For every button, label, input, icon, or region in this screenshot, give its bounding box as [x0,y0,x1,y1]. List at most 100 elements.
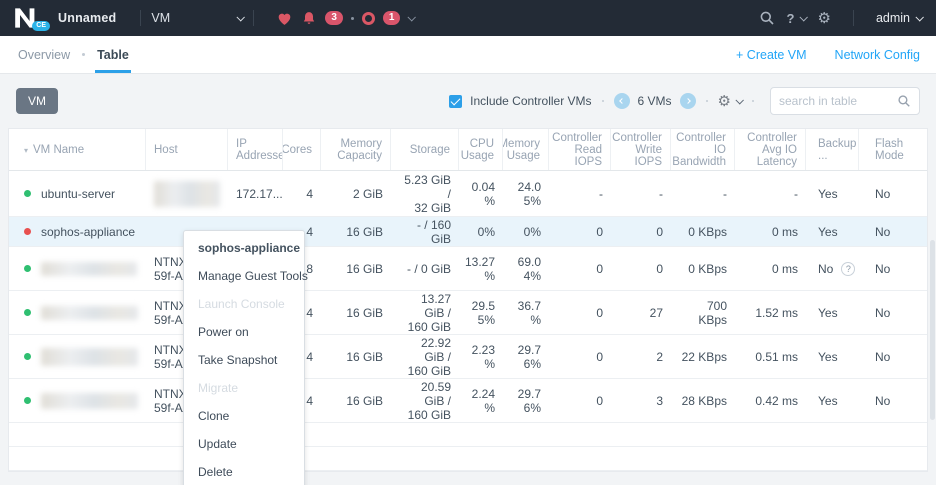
io-bandwidth-cell: 0 KBps [671,217,735,246]
nutanix-logo[interactable]: CE [14,7,44,29]
header-cpu-usage[interactable]: CPU Usage [459,129,503,170]
memory-usage-cell: 24.0 5% [503,171,549,216]
io-bandwidth-cell: 0 KBps [671,247,735,290]
flash-mode-cell: No [859,335,929,378]
include-controller-label[interactable]: Include Controller VMs [470,94,591,108]
vertical-scrollbar[interactable] [930,240,935,420]
menu-item-power-on[interactable]: Power on [184,318,304,346]
menu-item-delete[interactable]: Delete [184,458,304,485]
chevron-down-icon[interactable] [408,13,416,21]
table-row-sophos-appliance[interactable]: sophos-appliance 4 16 GiB - / 160 GiB 0%… [9,217,927,247]
events-ring-icon[interactable] [362,12,375,25]
create-vm-button[interactable]: + Create VM [736,48,807,62]
separator-dot [351,17,354,20]
io-bandwidth-cell: 28 KBps [671,379,735,422]
empty-row [9,423,927,447]
table-row[interactable]: NTNX- 59f-A/A 4 16 GiB 20.59 GiB / 160 G… [9,379,927,423]
separator-dot [706,100,708,102]
header-host[interactable]: Host [146,129,228,170]
backup-cell: No? [806,247,859,290]
vm-filter-button[interactable]: VM [16,88,58,114]
vm-name[interactable]: sophos-appliance [41,225,135,239]
redacted-vm-name [41,348,138,366]
storage-cell: - / 0 GiB [391,247,459,290]
table-row-ubuntu-server[interactable]: ubuntu-server 172.17.... 4 2 GiB 5.23 Gi… [9,171,927,217]
tab-table[interactable]: Table [95,36,131,73]
divider [140,10,141,26]
table-search-input[interactable] [779,94,897,108]
alerts-bell-icon[interactable] [301,10,317,27]
header-controller-write-iops[interactable]: Controller Write IOPS [611,129,671,170]
storage-cell: 13.27 GiB / 160 GiB [391,291,459,334]
vm-name[interactable]: ubuntu-server [41,187,115,201]
help-icon: ? [787,11,795,26]
read-iops-cell: 0 [549,335,611,378]
power-on-status-icon [24,309,31,316]
table-toolbar: VM Include Controller VMs 6 VMs [0,74,936,128]
cpu-usage-cell: 0% [459,217,503,246]
include-controller-checkbox[interactable] [449,95,462,108]
network-config-button[interactable]: Network Config [835,48,920,62]
header-controller-io-bandwidth[interactable]: Controller IO Bandwidth [671,129,735,170]
header-vm-name[interactable]: VM Name [9,129,146,170]
table-settings-dropdown[interactable] [718,92,742,110]
memory-capacity-cell: 16 GiB [321,217,391,246]
cpu-usage-cell: 2.24 % [459,379,503,422]
io-bandwidth-cell: 700 KBps [671,291,735,334]
memory-capacity-cell: 2 GiB [321,171,391,216]
menu-item-manage-guest-tools[interactable]: Manage Guest Tools [184,262,304,290]
ce-badge: CE [32,21,50,31]
search-icon[interactable] [759,10,775,26]
cpu-usage-cell: 29.5 5% [459,291,503,334]
entity-menu-dropdown[interactable]: VM [151,11,243,25]
cpu-usage-cell: 2.23 % [459,335,503,378]
next-page-button[interactable] [680,93,696,109]
header-memory-capacity[interactable]: Memory Capacity [321,129,391,170]
table-row[interactable]: NTNX- 59f-A/A 4 16 GiB 22.92 GiB / 160 G… [9,335,927,379]
prev-page-button[interactable] [614,93,630,109]
gear-icon[interactable] [818,9,831,27]
table-row[interactable]: NTNX- 59f-A/A 8 16 GiB - / 0 GiB 13.27 %… [9,247,927,291]
help-icon[interactable]: ? [841,262,855,276]
menu-item-take-snapshot[interactable]: Take Snapshot [184,346,304,374]
io-latency-cell: 0.51 ms [735,335,806,378]
memory-capacity-cell: 16 GiB [321,379,391,422]
ip-cell: 172.17.... [228,171,283,216]
header-storage[interactable]: Storage [391,129,459,170]
io-latency-cell: 0 ms [735,247,806,290]
menu-item-clone[interactable]: Clone [184,402,304,430]
sort-desc-icon [24,144,33,156]
tab-overview[interactable]: Overview [16,36,72,73]
header-ip[interactable]: IP Addresses [228,129,283,170]
user-menu[interactable]: admin [876,11,922,25]
flash-mode-cell: No [859,247,929,290]
menu-item-update[interactable]: Update [184,430,304,458]
read-iops-cell: 0 [549,217,611,246]
read-iops-cell: 0 [549,291,611,334]
help-dropdown[interactable]: ? [787,11,806,26]
vm-context-menu: sophos-appliance Manage Guest Tools Laun… [183,230,305,485]
header-backup[interactable]: Backup ... [806,129,859,170]
event-count-badge[interactable]: 1 [383,11,401,25]
health-heart-icon[interactable] [276,10,293,27]
header-cores[interactable]: Cores [283,129,321,170]
backup-cell: Yes [806,171,859,216]
read-iops-cell: 0 [549,379,611,422]
empty-row [9,447,927,471]
backup-cell: Yes [806,217,859,246]
separator-dot [752,100,754,102]
header-controller-read-iops[interactable]: Controller Read IOPS [549,129,611,170]
chevron-down-icon [799,13,807,21]
storage-cell: 20.59 GiB / 160 GiB [391,379,459,422]
flash-mode-cell: No [859,171,929,216]
table-row[interactable]: NTNX- 59f-A/A 4 16 GiB 13.27 GiB / 160 G… [9,291,927,335]
header-memory-usage[interactable]: Memory Usage [503,129,549,170]
chevron-down-icon [237,13,245,21]
alert-count-badge[interactable]: 3 [325,11,343,25]
header-controller-avg-io-latency[interactable]: Controller Avg IO Latency [735,129,806,170]
top-bar: CE Unnamed VM 3 1 ? admin [0,0,936,36]
table-header-row: VM Name Host IP Addresses Cores Memory C… [9,129,927,171]
header-flash-mode[interactable]: Flash Mode [859,129,929,170]
separator-dot [82,53,85,56]
table-search[interactable] [770,87,920,115]
